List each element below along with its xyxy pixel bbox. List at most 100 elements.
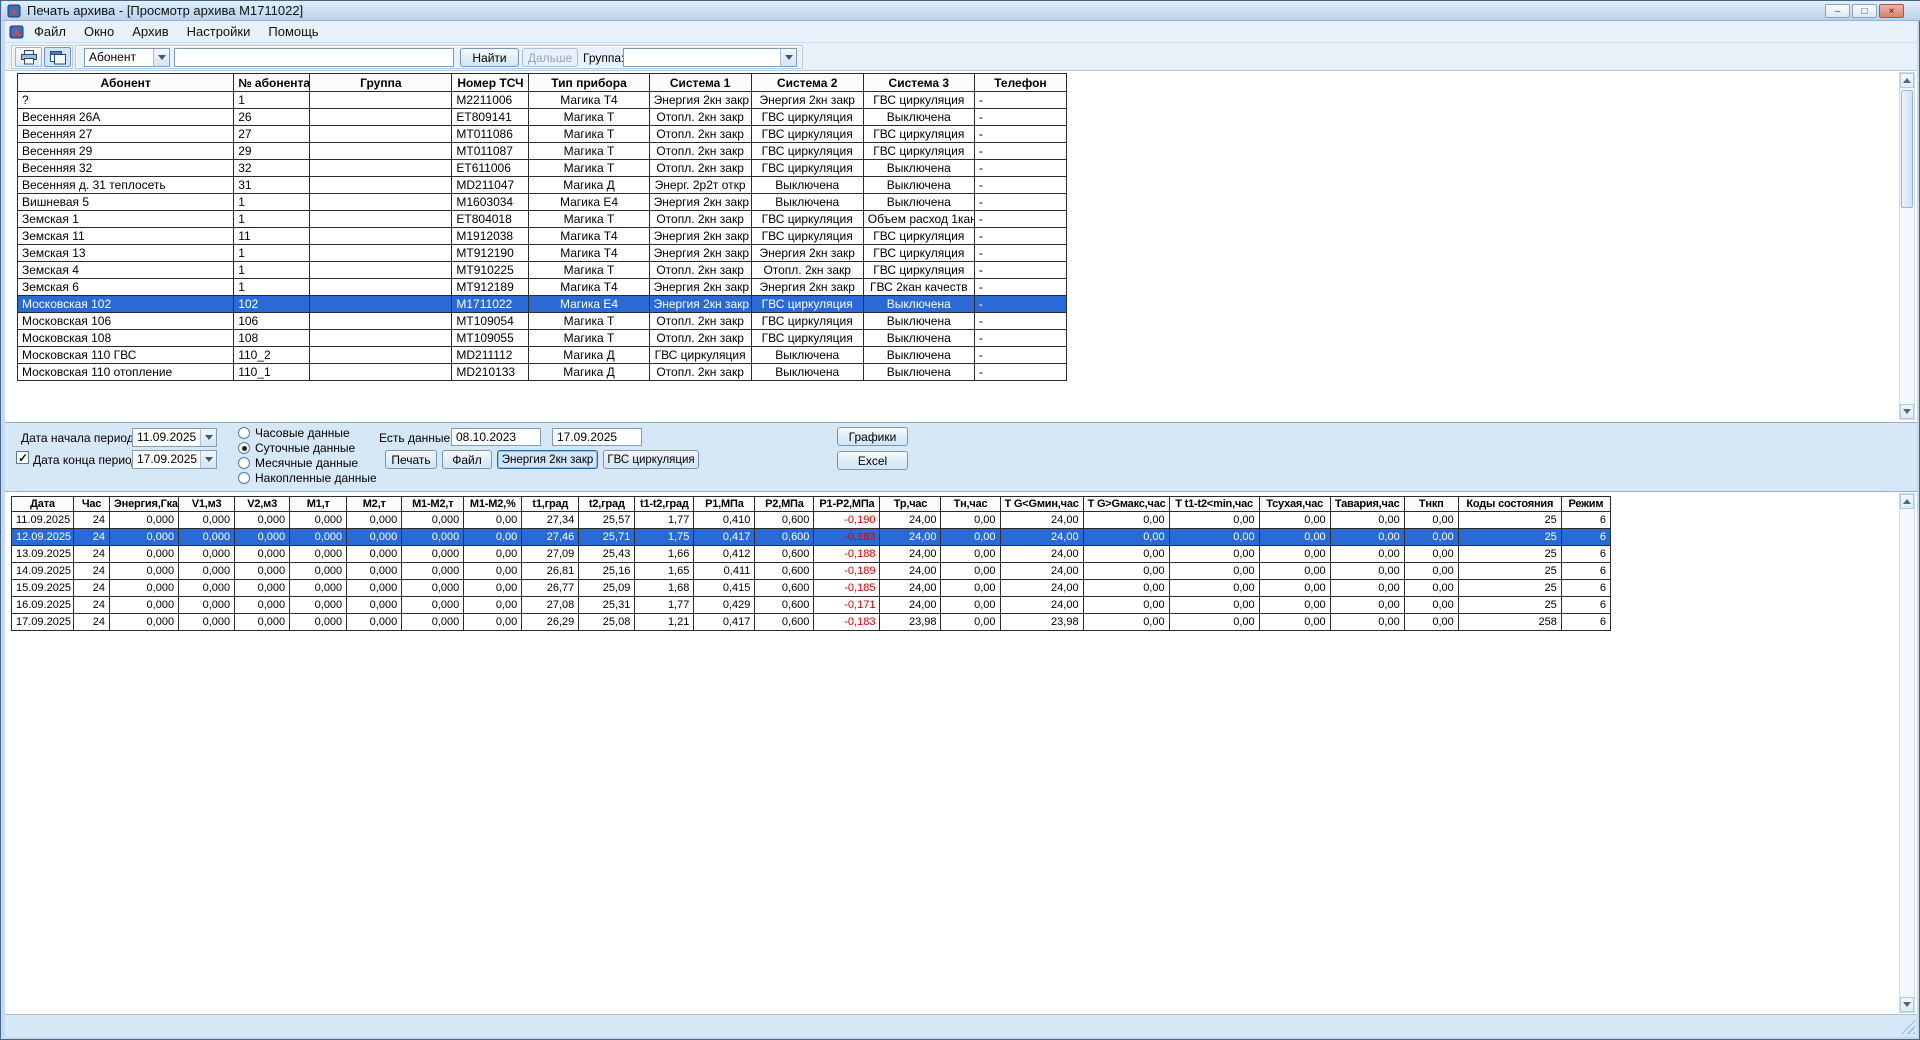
table-row[interactable]: ?1M2211006Магика Т4Энергия 2кн закрЭнерг… — [18, 92, 1067, 109]
table-view-button[interactable] — [44, 47, 71, 67]
excel-button[interactable]: Excel — [837, 451, 908, 470]
column-header[interactable]: Дата — [12, 497, 74, 512]
menu-item-settings[interactable]: Настройки — [178, 21, 260, 43]
column-header[interactable]: T t1-t2<min,час — [1169, 497, 1259, 512]
system-toggle-energy[interactable]: Энергия 2кн закр — [497, 450, 598, 469]
table-row[interactable]: Весенняя 3232ET611006Магика ТОтопл. 2кн … — [18, 160, 1067, 177]
scroll-up-button[interactable] — [1900, 494, 1914, 509]
column-header[interactable]: Абонент — [18, 74, 234, 92]
radio-daily-data[interactable]: Суточные данные — [238, 441, 355, 455]
column-header[interactable]: t2,град — [579, 497, 635, 512]
menu-item-file[interactable]: Файл — [25, 21, 75, 43]
column-header[interactable]: Час — [74, 497, 110, 512]
column-header[interactable]: P2,МПа — [755, 497, 814, 512]
minimize-button[interactable]: – — [1825, 4, 1850, 18]
subscribers-scrollbar[interactable] — [1899, 72, 1915, 420]
table-row[interactable]: Земская 1111M1912038Магика Т4Энергия 2кн… — [18, 228, 1067, 245]
search-type-combobox[interactable]: Абонент — [84, 48, 170, 67]
end-date-checkbox[interactable] — [16, 451, 29, 464]
scroll-thumb[interactable] — [1901, 90, 1913, 208]
column-header[interactable]: t1-t2,град — [635, 497, 694, 512]
table-row[interactable]: 14.09.2025240,0000,0000,0000,0000,0000,0… — [12, 563, 1611, 580]
column-header[interactable]: Тип прибора — [529, 74, 649, 92]
column-header[interactable]: Энергия,Гкал — [110, 497, 179, 512]
table-row[interactable]: 11.09.2025240,0000,0000,0000,0000,0000,0… — [12, 512, 1611, 529]
radio-hourly-data[interactable]: Часовые данные — [238, 426, 350, 440]
scroll-up-button[interactable] — [1900, 73, 1914, 88]
file-button[interactable]: Файл — [442, 450, 492, 469]
scroll-down-button[interactable] — [1900, 404, 1914, 419]
search-input[interactable] — [174, 48, 454, 67]
radio-monthly-data[interactable]: Месячные данные — [238, 456, 358, 470]
column-header[interactable]: t1,град — [522, 497, 579, 512]
column-header[interactable]: Система 3 — [863, 74, 974, 92]
column-header[interactable]: M1-M2,т — [402, 497, 464, 512]
table-row[interactable]: Земская 41MT910225Магика ТОтопл. 2кн зак… — [18, 262, 1067, 279]
table-row[interactable]: Московская 108108MT109055Магика ТОтопл. … — [18, 330, 1067, 347]
find-button[interactable]: Найти — [460, 48, 519, 67]
archive-scrollbar[interactable] — [1899, 493, 1915, 1013]
end-date-combobox[interactable]: 17.09.2025 — [132, 450, 217, 469]
dropdown-arrow-icon[interactable] — [200, 429, 216, 446]
table-row[interactable]: 16.09.2025240,0000,0000,0000,0000,0000,0… — [12, 597, 1611, 614]
table-row[interactable]: 17.09.2025240,0000,0000,0000,0000,0000,0… — [12, 614, 1611, 631]
column-header[interactable]: V1,м3 — [179, 497, 235, 512]
resize-grip-icon[interactable] — [1901, 1020, 1915, 1034]
column-header[interactable]: Система 1 — [649, 74, 751, 92]
column-header[interactable]: Тсухая,час — [1259, 497, 1330, 512]
dropdown-arrow-icon[interactable] — [780, 49, 796, 66]
group-combobox[interactable] — [623, 48, 797, 67]
column-header[interactable]: Группа — [310, 74, 452, 92]
table-row[interactable]: Московская 102102M1711022Магика Е4Энерги… — [18, 296, 1067, 313]
column-header[interactable]: Номер ТСЧ — [452, 74, 529, 92]
dropdown-arrow-icon[interactable] — [153, 49, 169, 66]
next-button[interactable]: Дальше — [522, 48, 578, 67]
radio-accumulated-data[interactable]: Накопленные данные — [238, 471, 377, 485]
column-header[interactable]: T G<Gмин,час — [1000, 497, 1083, 512]
menu-item-help[interactable]: Помощь — [259, 21, 327, 43]
table-row[interactable]: 12.09.2025240,0000,0000,0000,0000,0000,0… — [12, 529, 1611, 546]
column-header[interactable]: M1,т — [290, 497, 347, 512]
table-row[interactable]: Земская 11ET804018Магика ТОтопл. 2кн зак… — [18, 211, 1067, 228]
title-bar[interactable]: Печать архива - [Просмотр архива M171102… — [2, 1, 1920, 21]
column-header[interactable]: Тавария,час — [1330, 497, 1404, 512]
table-row[interactable]: Весенняя 2929MT011087Магика ТОтопл. 2кн … — [18, 143, 1067, 160]
table-cell: Выключена — [863, 364, 974, 381]
column-header[interactable]: Система 2 — [751, 74, 863, 92]
scroll-down-button[interactable] — [1900, 997, 1914, 1012]
column-header[interactable]: Тр,час — [880, 497, 941, 512]
start-date-combobox[interactable]: 11.09.2025 — [132, 428, 217, 447]
print-button[interactable] — [15, 47, 42, 67]
table-row[interactable]: 15.09.2025240,0000,0000,0000,0000,0000,0… — [12, 580, 1611, 597]
table-row[interactable]: Земская 61MT912189Магика Т4Энергия 2кн з… — [18, 279, 1067, 296]
column-header[interactable]: T G>Gмакс,час — [1083, 497, 1169, 512]
menu-item-window[interactable]: Окно — [75, 21, 123, 43]
charts-button[interactable]: Графики — [837, 427, 908, 446]
table-row[interactable]: Московская 110 ГВС110_2MD211112Магика ДГ… — [18, 347, 1067, 364]
column-header[interactable]: Режим — [1561, 497, 1610, 512]
column-header[interactable]: Тн,час — [941, 497, 1000, 512]
menu-item-archive[interactable]: Архив — [123, 21, 177, 43]
print-report-button[interactable]: Печать — [385, 450, 437, 469]
column-header[interactable]: № абонента — [234, 74, 310, 92]
column-header[interactable]: V2,м3 — [235, 497, 290, 512]
table-row[interactable]: 13.09.2025240,0000,0000,0000,0000,0000,0… — [12, 546, 1611, 563]
table-row[interactable]: Московская 106106MT109054Магика ТОтопл. … — [18, 313, 1067, 330]
column-header[interactable]: M1-M2,% — [464, 497, 522, 512]
close-button[interactable]: × — [1879, 4, 1904, 18]
table-row[interactable]: Земская 131MT912190Магика Т4Энергия 2кн … — [18, 245, 1067, 262]
column-header[interactable]: M2,т — [347, 497, 402, 512]
column-header[interactable]: P1-P2,МПа — [814, 497, 880, 512]
system-toggle-gvs[interactable]: ГВС циркуляция — [603, 450, 699, 469]
table-row[interactable]: Весенняя д. 31 теплосеть31MD211047Магика… — [18, 177, 1067, 194]
maximize-button[interactable]: □ — [1852, 4, 1877, 18]
column-header[interactable]: Телефон — [974, 74, 1066, 92]
column-header[interactable]: P1,МПа — [694, 497, 755, 512]
table-row[interactable]: Весенняя 2727MT011086Магика ТОтопл. 2кн … — [18, 126, 1067, 143]
table-row[interactable]: Вишневая 51M1603034Магика Е4Энергия 2кн … — [18, 194, 1067, 211]
column-header[interactable]: Коды состояния — [1458, 497, 1561, 512]
dropdown-arrow-icon[interactable] — [200, 451, 216, 468]
table-row[interactable]: Весенняя 26А26ET809141Магика ТОтопл. 2кн… — [18, 109, 1067, 126]
table-row[interactable]: Московская 110 отопление110_1MD210133Маг… — [18, 364, 1067, 381]
column-header[interactable]: Тнкп — [1404, 497, 1458, 512]
